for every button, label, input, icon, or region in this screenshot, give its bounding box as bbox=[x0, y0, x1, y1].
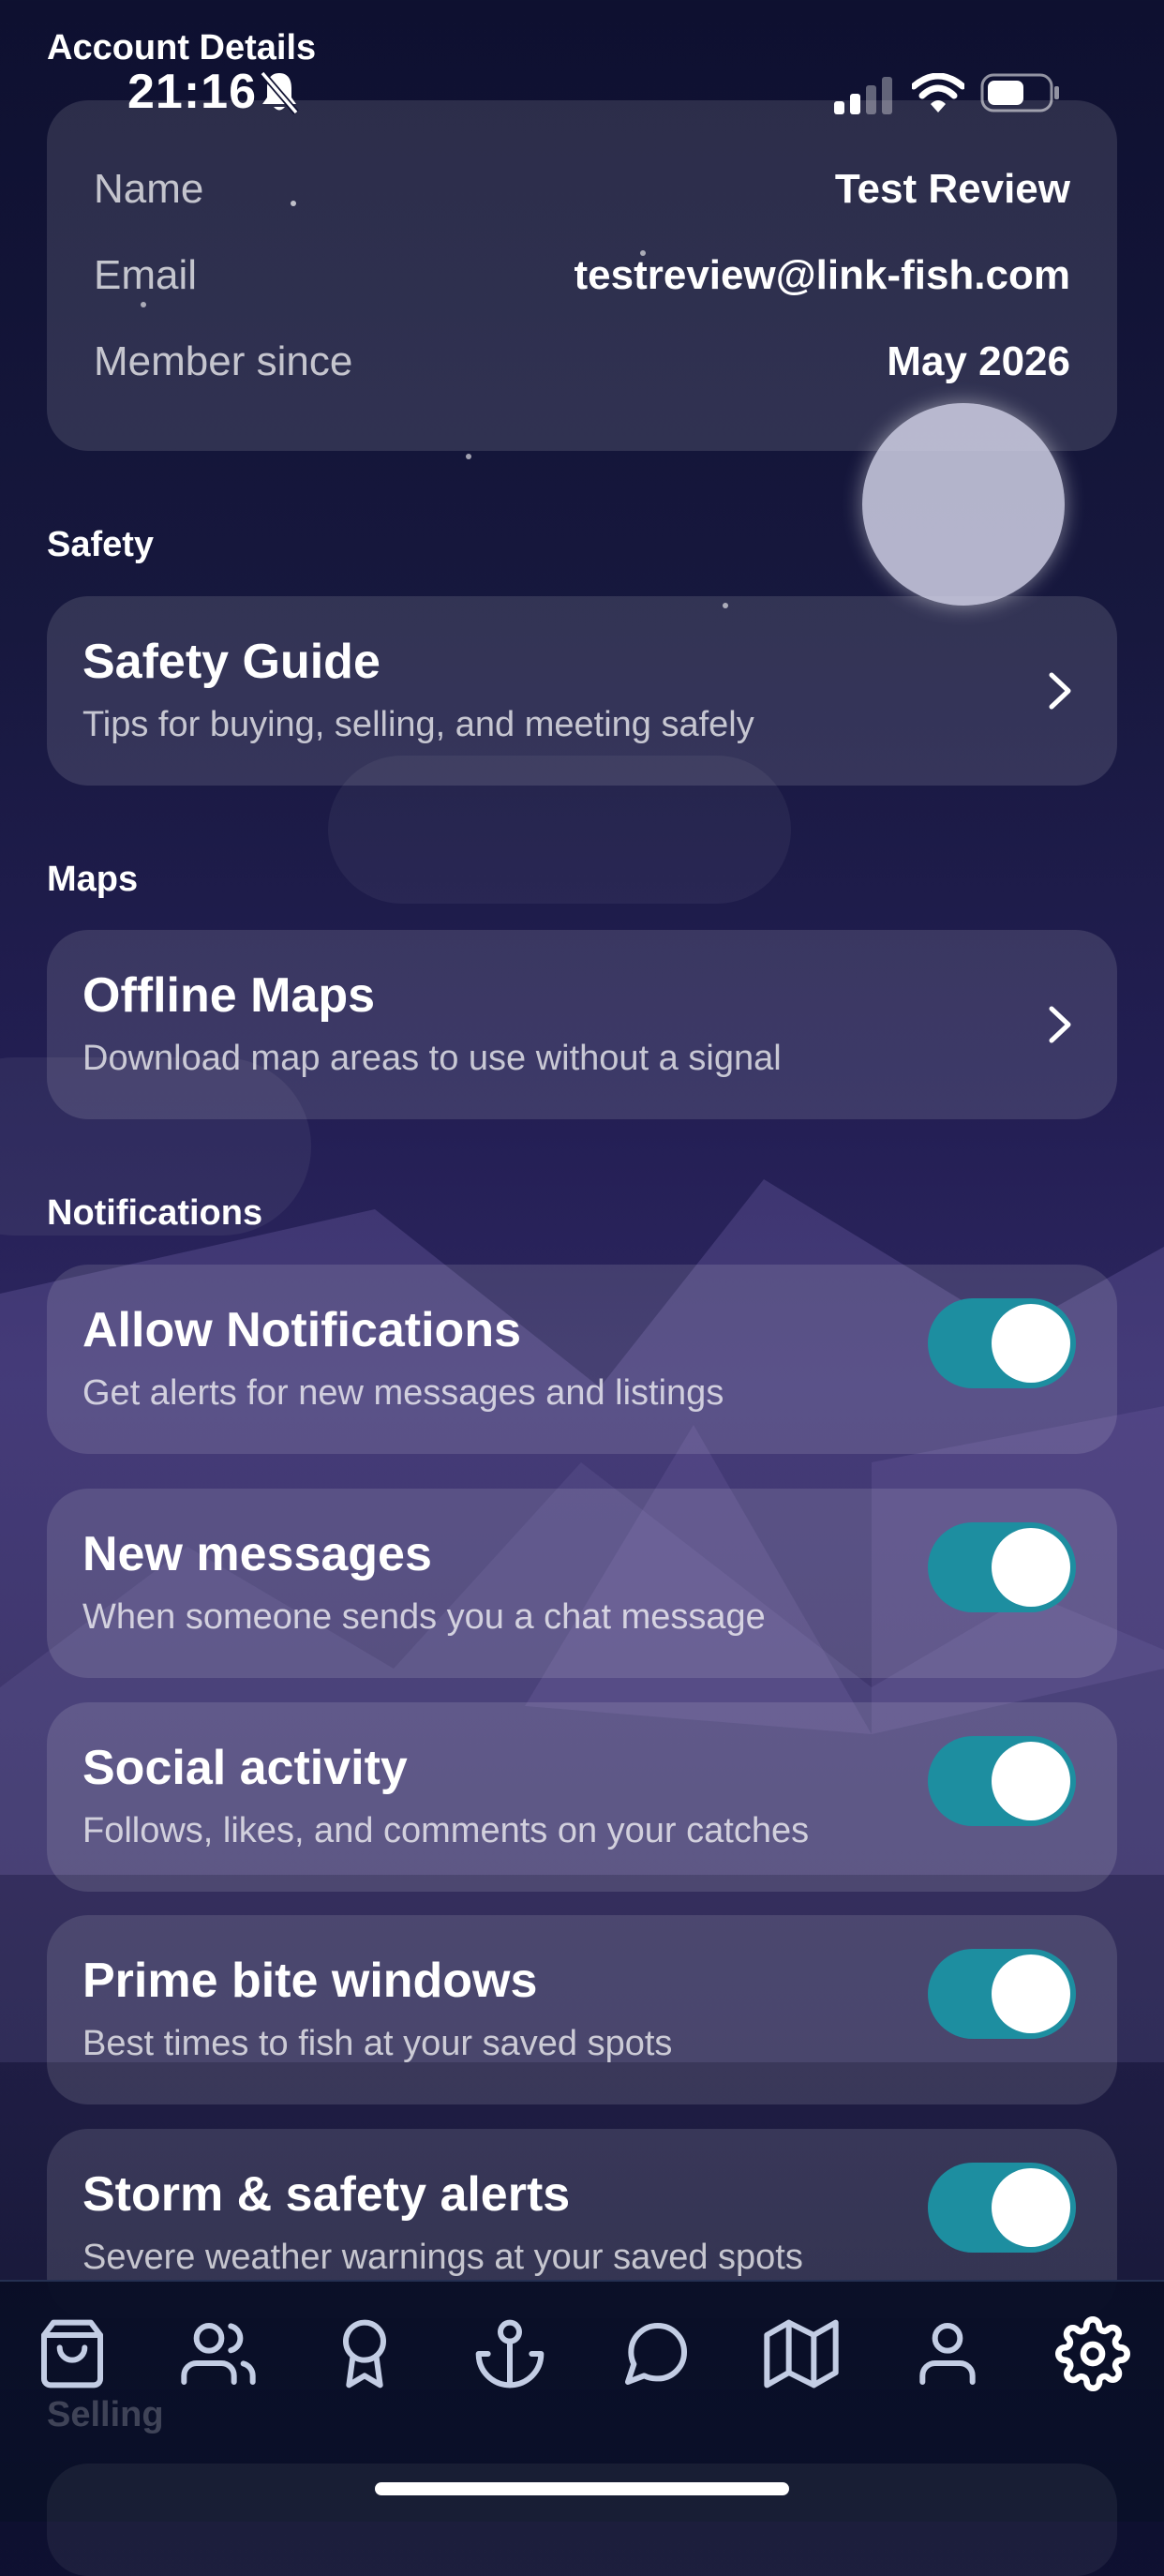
chat-icon bbox=[625, 2322, 688, 2385]
prime-bite-windows-title: Prime bite windows bbox=[82, 1954, 538, 2008]
allow-notifications-subtitle: Get alerts for new messages and listings bbox=[82, 1373, 724, 1413]
tab-settings[interactable] bbox=[1041, 2302, 1144, 2405]
new-messages-subtitle: When someone sends you a chat message bbox=[82, 1597, 766, 1637]
map-icon bbox=[764, 2319, 839, 2389]
storm-safety-alerts-title: Storm & safety alerts bbox=[82, 2167, 571, 2222]
safety-guide-title: Safety Guide bbox=[82, 635, 381, 689]
prime-bite-windows-subtitle: Best times to fish at your saved spots bbox=[82, 2024, 673, 2063]
cellular-signal-icon bbox=[834, 77, 892, 114]
profile-icon bbox=[919, 2323, 976, 2385]
account-name-row: Name Test Review bbox=[94, 161, 1070, 217]
account-email-row: Email testreview@link-fish.com bbox=[94, 247, 1070, 304]
home-indicator bbox=[375, 2482, 789, 2495]
prime-bite-windows-toggle[interactable] bbox=[928, 1949, 1076, 2039]
account-name-value: Test Review bbox=[834, 166, 1070, 212]
offline-maps-row[interactable]: Offline Maps Download map areas to use w… bbox=[47, 930, 1117, 1119]
social-activity-toggle[interactable] bbox=[928, 1736, 1076, 1826]
wifi-icon bbox=[912, 73, 964, 112]
toggle-knob bbox=[992, 1304, 1070, 1383]
toggle-knob bbox=[992, 1528, 1070, 1607]
tab-anchor[interactable] bbox=[458, 2302, 561, 2405]
toggle-knob bbox=[992, 1742, 1070, 1820]
touch-indicator bbox=[862, 403, 1065, 606]
account-member-since-row: Member since May 2026 bbox=[94, 334, 1070, 390]
tab-achievements[interactable] bbox=[313, 2302, 416, 2405]
maps-section-label: Maps bbox=[47, 860, 139, 899]
users-icon bbox=[181, 2323, 256, 2385]
safety-section-label: Safety bbox=[47, 525, 155, 564]
account-details-heading: Account Details bbox=[47, 28, 317, 67]
allow-notifications-toggle[interactable] bbox=[928, 1298, 1076, 1388]
new-messages-title: New messages bbox=[82, 1527, 432, 1581]
storm-safety-alerts-toggle[interactable] bbox=[928, 2163, 1076, 2253]
status-time: 21:16 bbox=[127, 65, 257, 119]
offline-maps-title: Offline Maps bbox=[82, 968, 376, 1023]
social-activity-subtitle: Follows, likes, and comments on your cat… bbox=[82, 1811, 810, 1850]
toggle-knob bbox=[992, 1954, 1070, 2033]
allow-notifications-title: Allow Notifications bbox=[82, 1303, 521, 1357]
shopping-bag-icon bbox=[41, 2319, 103, 2389]
award-icon bbox=[343, 2319, 386, 2389]
selling-row-faded bbox=[47, 2464, 1117, 2576]
battery-icon bbox=[980, 73, 1059, 112]
safety-guide-subtitle: Tips for buying, selling, and meeting sa… bbox=[82, 705, 754, 744]
account-member-since-value: May 2026 bbox=[887, 338, 1070, 384]
chevron-right-icon bbox=[1049, 672, 1071, 710]
account-member-since-label: Member since bbox=[94, 338, 353, 384]
account-details-card: Name Test Review Email testreview@link-f… bbox=[47, 100, 1117, 451]
tab-messages[interactable] bbox=[604, 2302, 708, 2405]
safety-guide-row[interactable]: Safety Guide Tips for buying, selling, a… bbox=[47, 596, 1117, 786]
tab-community[interactable] bbox=[167, 2302, 270, 2405]
storm-safety-alerts-subtitle: Severe weather warnings at your saved sp… bbox=[82, 2238, 803, 2277]
allow-notifications-row: Allow Notifications Get alerts for new m… bbox=[47, 1265, 1117, 1454]
new-messages-toggle[interactable] bbox=[928, 1522, 1076, 1612]
tab-map[interactable] bbox=[750, 2302, 853, 2405]
chevron-right-icon bbox=[1049, 1006, 1071, 1043]
tab-profile[interactable] bbox=[896, 2302, 999, 2405]
anchor-icon bbox=[475, 2319, 545, 2389]
selling-section-label: Selling bbox=[47, 2395, 164, 2434]
gear-icon bbox=[1055, 2316, 1130, 2391]
notifications-section-label: Notifications bbox=[47, 1193, 263, 1233]
social-activity-row: Social activity Follows, likes, and comm… bbox=[47, 1702, 1117, 1892]
bell-muted-icon bbox=[260, 70, 299, 115]
account-email-label: Email bbox=[94, 252, 198, 298]
account-email-value: testreview@link-fish.com bbox=[574, 252, 1070, 298]
prime-bite-windows-row: Prime bite windows Best times to fish at… bbox=[47, 1915, 1117, 2104]
offline-maps-subtitle: Download map areas to use without a sign… bbox=[82, 1039, 782, 1078]
social-activity-title: Social activity bbox=[82, 1741, 408, 1795]
toggle-knob bbox=[992, 2168, 1070, 2247]
tab-marketplace[interactable] bbox=[21, 2302, 124, 2405]
account-name-label: Name bbox=[94, 166, 204, 212]
new-messages-row: New messages When someone sends you a ch… bbox=[47, 1489, 1117, 1678]
